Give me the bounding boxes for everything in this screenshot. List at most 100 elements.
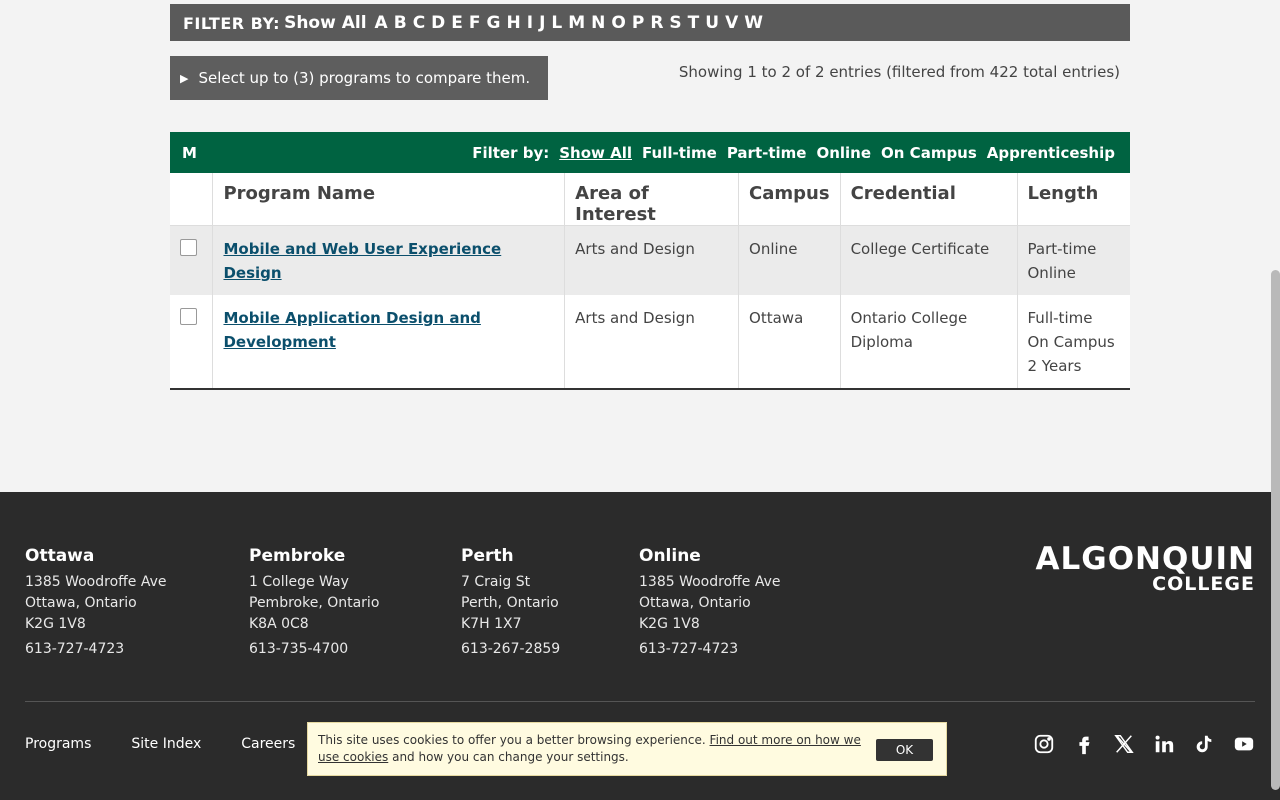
compare-checkbox[interactable] — [180, 239, 197, 256]
page-scrollbar[interactable] — [1271, 270, 1280, 790]
column-header-program-name[interactable]: Program Name — [212, 173, 566, 226]
campus-address-line: 1385 Woodroffe Ave — [639, 574, 781, 590]
type-filter-on-campus[interactable]: On Campus — [881, 144, 977, 162]
college-logo[interactable]: ALGONQUIN COLLEGE — [1036, 544, 1256, 595]
campus-address-line: K7H 1X7 — [461, 616, 522, 632]
area-cell: Arts and Design — [564, 295, 740, 390]
filter-letter-d[interactable]: D — [431, 13, 445, 33]
filter-letter-w[interactable]: W — [744, 13, 763, 33]
filter-letter-j[interactable]: J — [539, 13, 545, 33]
filter-letter-f[interactable]: F — [469, 13, 481, 33]
logo-subtitle: COLLEGE — [1152, 573, 1255, 595]
filter-letter-l[interactable]: L — [551, 13, 562, 33]
social-links — [1016, 732, 1256, 756]
campus-address-line: 1 College Way — [249, 574, 349, 590]
filter-letter-g[interactable]: G — [487, 13, 501, 33]
table-column-headers: Program Name Area of Interest Campus Cre… — [170, 173, 1130, 226]
filter-letter-r[interactable]: R — [650, 13, 663, 33]
campus-phone[interactable]: 613-267-2859 — [461, 639, 560, 660]
compare-checkbox[interactable] — [180, 308, 197, 325]
tiktok-icon[interactable] — [1192, 732, 1216, 756]
select-cell — [170, 295, 214, 390]
type-filter-label: Filter by: — [472, 143, 550, 162]
credential-cell: Ontario College Diploma — [840, 295, 1018, 390]
program-link[interactable]: Mobile and Web User Experience Design — [223, 240, 501, 282]
filter-show-all[interactable]: Show All — [284, 13, 366, 33]
filter-letter-t[interactable]: T — [688, 13, 700, 33]
campus-address-line: K8A 0C8 — [249, 616, 309, 632]
campus-cell: Online — [738, 225, 841, 295]
footer-link-careers[interactable]: Careers — [241, 736, 295, 752]
table-row: Mobile Application Design and Developmen… — [170, 295, 1130, 390]
filter-letter-e[interactable]: E — [451, 13, 463, 33]
campus-address-line: K2G 1V8 — [25, 616, 86, 632]
type-filter-part-time[interactable]: Part-time — [727, 144, 807, 162]
filter-letter-p[interactable]: P — [632, 13, 644, 33]
facebook-icon[interactable] — [1072, 732, 1096, 756]
credential-cell: College Certificate — [840, 225, 1018, 295]
length-cell: Full-time On Campus 2 Years — [1017, 295, 1130, 390]
caret-right-icon: ▶ — [180, 71, 189, 85]
type-filters: Filter by: Show All Full-time Part-time … — [472, 144, 1115, 162]
filter-letter-i[interactable]: I — [527, 13, 533, 33]
campus-perth: Perth 7 Craig St Perth, Ontario K7H 1X7 … — [461, 546, 560, 660]
campus-phone[interactable]: 613-735-4700 — [249, 639, 379, 660]
type-filter-online[interactable]: Online — [816, 144, 871, 162]
program-cell: Mobile Application Design and Developmen… — [212, 295, 566, 390]
type-filter-show-all[interactable]: Show All — [559, 144, 632, 162]
campus-address-line: Perth, Ontario — [461, 595, 559, 611]
filter-letter-n[interactable]: N — [591, 13, 605, 33]
column-header-credential[interactable]: Credential — [840, 173, 1018, 226]
column-header-length[interactable]: Length — [1017, 173, 1130, 226]
campus-address-line: 1385 Woodroffe Ave — [25, 574, 167, 590]
programs-grid: Program Name Area of Interest Campus Cre… — [170, 173, 1130, 390]
column-header-select — [170, 173, 214, 226]
footer-divider — [25, 701, 1255, 702]
linkedin-icon[interactable] — [1152, 732, 1176, 756]
type-filter-apprenticeship[interactable]: Apprenticeship — [987, 144, 1115, 162]
column-header-campus[interactable]: Campus — [738, 173, 841, 226]
filter-by-label: FILTER BY: — [183, 14, 281, 33]
filter-letter-m[interactable]: M — [568, 13, 585, 33]
length-line: Full-time — [1027, 309, 1093, 327]
programs-table: M Filter by: Show All Full-time Part-tim… — [170, 132, 1130, 390]
filter-letter-a[interactable]: A — [375, 13, 388, 33]
campus-address-line: K2G 1V8 — [639, 616, 700, 632]
instagram-icon[interactable] — [1032, 732, 1056, 756]
filter-letter-s[interactable]: S — [669, 13, 681, 33]
campus-name: Online — [639, 546, 701, 566]
filter-letter-v[interactable]: V — [725, 13, 738, 33]
footer-link-programs[interactable]: Programs — [25, 736, 91, 752]
select-cell — [170, 225, 214, 295]
cookie-banner: This site uses cookies to offer you a be… — [307, 722, 947, 776]
type-filter-full-time[interactable]: Full-time — [642, 144, 717, 162]
length-line: On Campus — [1027, 333, 1115, 351]
filter-letter-u[interactable]: U — [705, 13, 719, 33]
campus-address-line: 7 Craig St — [461, 574, 531, 590]
filter-letter-h[interactable]: H — [507, 13, 521, 33]
table-header-bar: M Filter by: Show All Full-time Part-tim… — [170, 132, 1130, 173]
campus-phone[interactable]: 613-727-4723 — [25, 639, 167, 660]
length-line: Online — [1027, 264, 1076, 282]
campus-pembroke: Pembroke 1 College Way Pembroke, Ontario… — [249, 546, 379, 660]
compare-toggle[interactable]: ▶ Select up to (3) programs to compare t… — [170, 56, 548, 100]
area-cell: Arts and Design — [564, 225, 740, 295]
campus-address-line: Pembroke, Ontario — [249, 595, 380, 611]
program-link[interactable]: Mobile Application Design and Developmen… — [223, 309, 480, 351]
campus-name: Ottawa — [25, 546, 95, 566]
footer-links: Programs Site Index Careers — [25, 736, 335, 752]
campus-address-line: Ottawa, Ontario — [639, 595, 751, 611]
youtube-icon[interactable] — [1232, 732, 1256, 756]
cookie-ok-button[interactable]: OK — [876, 739, 933, 761]
campus-phone[interactable]: 613-727-4723 — [639, 639, 781, 660]
filter-letter-o[interactable]: O — [611, 13, 625, 33]
filter-letter-c[interactable]: C — [413, 13, 425, 33]
cookie-message: This site uses cookies to offer you a be… — [318, 732, 878, 766]
footer-link-site-index[interactable]: Site Index — [131, 736, 201, 752]
filter-letter-b[interactable]: B — [394, 13, 407, 33]
campus-name: Perth — [461, 546, 514, 566]
cookie-text-end: and how you can change your settings. — [392, 750, 629, 764]
column-header-area[interactable]: Area of Interest — [564, 173, 740, 226]
campus-ottawa: Ottawa 1385 Woodroffe Ave Ottawa, Ontari… — [25, 546, 167, 660]
x-icon[interactable] — [1112, 732, 1136, 756]
